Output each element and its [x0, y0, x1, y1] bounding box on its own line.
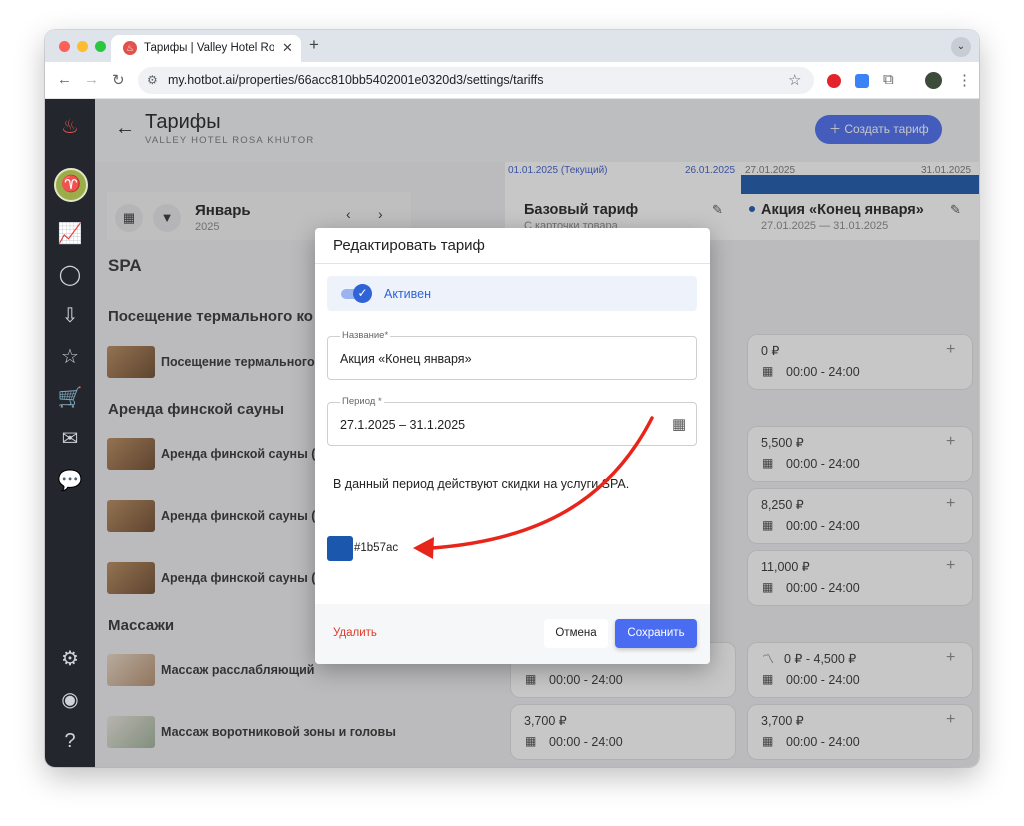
edit-tariff-dialog: Редактировать тариф ✓ Активен Название* …	[315, 228, 710, 664]
description-text[interactable]: В данный период действуют скидки на услу…	[333, 477, 629, 491]
bookmark-star-icon[interactable]: ☆	[788, 71, 801, 89]
period-field-value: 27.1.2025 – 31.1.2025	[340, 418, 466, 432]
back-icon[interactable]: ←	[57, 71, 72, 88]
name-field[interactable]: Название* Акция «Конец января»	[327, 330, 697, 380]
dialog-footer: Удалить Отмена Сохранить	[315, 604, 710, 664]
forward-icon[interactable]: →	[84, 71, 99, 88]
calendar-picker-icon[interactable]: ▦	[672, 415, 686, 433]
active-label: Активен	[384, 287, 432, 301]
new-tab-button[interactable]: +	[309, 35, 319, 55]
active-toggle-row: ✓ Активен	[327, 276, 697, 311]
delete-button[interactable]: Удалить	[333, 627, 377, 639]
property-avatar[interactable]: ♈	[54, 168, 88, 202]
reviews-star-icon[interactable]: ☆	[56, 343, 84, 371]
help-icon[interactable]: ?	[56, 727, 84, 755]
active-toggle-check-icon[interactable]: ✓	[353, 284, 372, 303]
tab-bar: ♨ Тарифы | Valley Hotel Rosa K ✕ + ⌄	[45, 30, 979, 62]
name-field-value: Акция «Конец января»	[340, 352, 472, 366]
address-bar[interactable]: ⚙ my.hotbot.ai/properties/66acc810bb5402…	[138, 67, 814, 94]
profile-avatar[interactable]	[925, 72, 942, 89]
minimize-window-button[interactable]	[77, 41, 88, 52]
name-field-label: Название*	[340, 330, 391, 341]
analytics-icon[interactable]: 📈	[56, 220, 84, 248]
browser-tab[interactable]: ♨ Тарифы | Valley Hotel Rosa K ✕	[111, 35, 301, 62]
divider	[315, 263, 710, 264]
tab-title: Тарифы | Valley Hotel Rosa K	[144, 42, 274, 54]
tag-extension-icon[interactable]	[855, 74, 869, 88]
save-button[interactable]: Сохранить	[615, 619, 697, 648]
chat-icon[interactable]: 💬	[56, 467, 84, 495]
browser-toolbar: ← → ↻ ⚙ my.hotbot.ai/properties/66acc810…	[45, 62, 979, 99]
url-text: my.hotbot.ai/properties/66acc810bb540200…	[168, 73, 544, 87]
close-tab-icon[interactable]: ✕	[282, 40, 293, 56]
period-field[interactable]: Период * 27.1.2025 – 31.1.2025 ▦	[327, 396, 697, 446]
color-hex-value: #1b57ac	[354, 542, 399, 554]
color-swatch[interactable]	[327, 536, 353, 561]
mail-icon[interactable]: ✉	[56, 425, 84, 453]
settings-gear-icon[interactable]: ⚙	[56, 645, 84, 673]
inbox-download-icon[interactable]: ⇩	[56, 302, 84, 330]
dialog-title: Редактировать тариф	[333, 237, 485, 254]
reload-icon[interactable]: ↻	[112, 71, 125, 89]
extensions-puzzle-icon[interactable]: ⧉	[883, 71, 894, 88]
sidebar: ♨ ♈ 📈 ◯ ⇩ ☆ 🛒 ✉ 💬 ⚙ ◉ ?	[45, 99, 95, 767]
browser-menu-icon[interactable]: ⋮	[957, 71, 972, 89]
tab-search-button[interactable]: ⌄	[951, 37, 971, 57]
cancel-button[interactable]: Отмена	[544, 619, 608, 648]
maximize-window-button[interactable]	[95, 41, 106, 52]
hotbot-favicon-icon: ♨	[123, 41, 137, 55]
site-info-icon[interactable]: ⚙	[147, 73, 158, 87]
period-field-label: Период *	[340, 396, 384, 407]
hotbot-logo-icon[interactable]: ♨	[56, 113, 84, 141]
tasks-check-icon[interactable]: ◯	[56, 261, 84, 289]
close-window-button[interactable]	[59, 41, 70, 52]
opera-extension-icon[interactable]	[827, 74, 841, 88]
user-profile-icon[interactable]: ◉	[56, 686, 84, 714]
shop-cart-icon[interactable]: 🛒	[56, 384, 84, 412]
